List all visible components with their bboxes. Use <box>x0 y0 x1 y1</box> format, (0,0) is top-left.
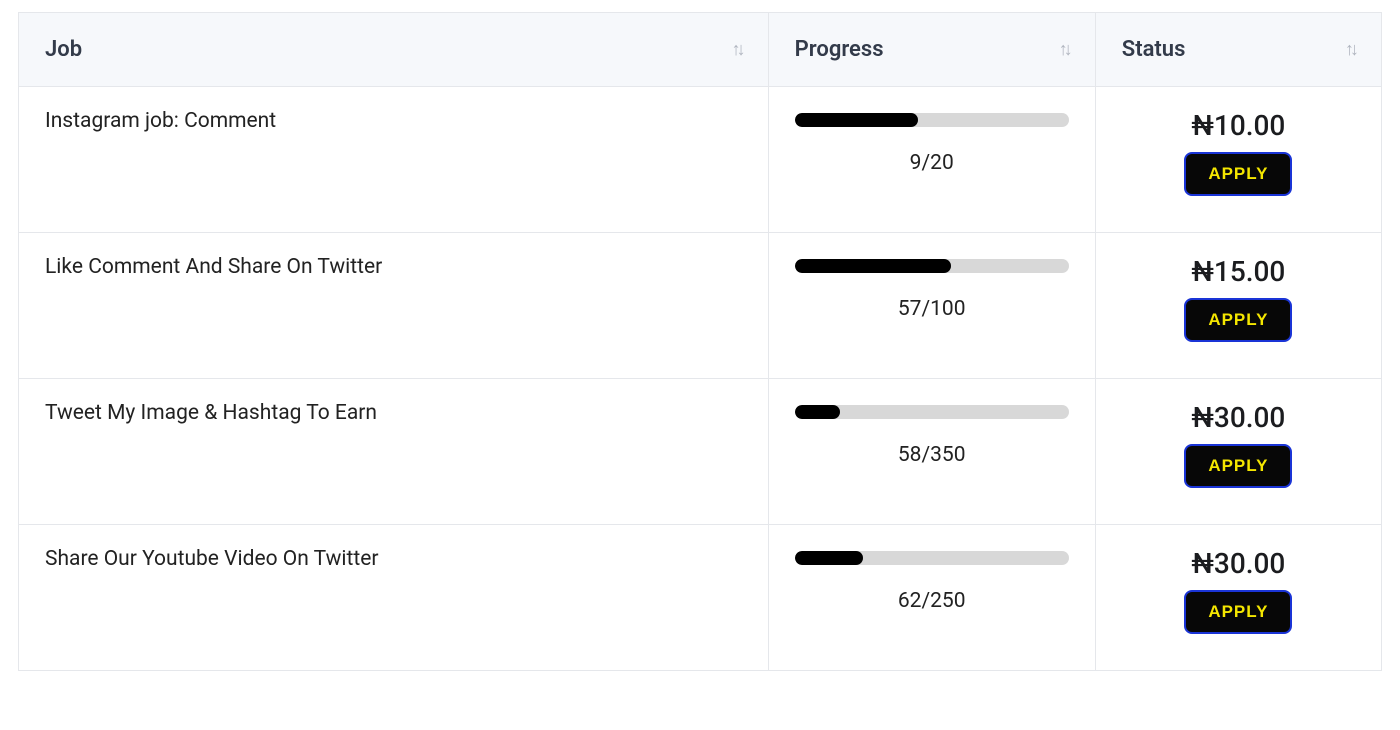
column-header-job-label: Job <box>45 37 82 62</box>
progress-cell: 62/250 <box>768 525 1095 671</box>
column-header-status-label: Status <box>1122 37 1186 62</box>
progress-fill <box>795 405 840 419</box>
jobs-table: Job ↑↓ Progress ↑↓ Status ↑↓ Instagram <box>18 12 1382 671</box>
table-row: Share Our Youtube Video On Twitter 62/25… <box>19 525 1382 671</box>
progress-bar <box>795 405 1069 419</box>
progress-fill <box>795 259 951 273</box>
price-label: ₦30.00 <box>1191 401 1285 434</box>
apply-button[interactable]: APPLY <box>1184 298 1292 342</box>
column-header-progress[interactable]: Progress ↑↓ <box>768 13 1095 87</box>
job-cell: Tweet My Image & Hashtag To Earn <box>19 379 769 525</box>
progress-bar <box>795 113 1069 127</box>
job-cell: Like Comment And Share On Twitter <box>19 233 769 379</box>
status-cell: ₦30.00 APPLY <box>1095 525 1381 671</box>
sort-icon[interactable]: ↑↓ <box>1059 39 1069 60</box>
progress-cell: 9/20 <box>768 87 1095 233</box>
progress-bar <box>795 259 1069 273</box>
progress-bar <box>795 551 1069 565</box>
apply-button[interactable]: APPLY <box>1184 444 1292 488</box>
job-cell: Instagram job: Comment <box>19 87 769 233</box>
sort-icon[interactable]: ↑↓ <box>1345 39 1355 60</box>
progress-fill <box>795 113 918 127</box>
column-header-job[interactable]: Job ↑↓ <box>19 13 769 87</box>
table-row: Instagram job: Comment 9/20 ₦10.00 APPLY <box>19 87 1382 233</box>
progress-cell: 58/350 <box>768 379 1095 525</box>
job-title: Share Our Youtube Video On Twitter <box>45 547 378 571</box>
sort-icon[interactable]: ↑↓ <box>732 39 742 60</box>
status-cell: ₦15.00 APPLY <box>1095 233 1381 379</box>
progress-label: 9/20 <box>910 151 954 175</box>
table-row: Tweet My Image & Hashtag To Earn 58/350 … <box>19 379 1382 525</box>
column-header-status[interactable]: Status ↑↓ <box>1095 13 1381 87</box>
price-label: ₦30.00 <box>1191 547 1285 580</box>
status-cell: ₦10.00 APPLY <box>1095 87 1381 233</box>
progress-label: 58/350 <box>898 443 966 467</box>
job-title: Like Comment And Share On Twitter <box>45 255 382 279</box>
table-body: Instagram job: Comment 9/20 ₦10.00 APPLY <box>19 87 1382 671</box>
progress-label: 62/250 <box>898 589 966 613</box>
table-header-row: Job ↑↓ Progress ↑↓ Status ↑↓ <box>19 13 1382 87</box>
apply-button[interactable]: APPLY <box>1184 590 1292 634</box>
progress-cell: 57/100 <box>768 233 1095 379</box>
progress-label: 57/100 <box>898 297 966 321</box>
table-row: Like Comment And Share On Twitter 57/100… <box>19 233 1382 379</box>
column-header-progress-label: Progress <box>795 37 884 62</box>
apply-button[interactable]: APPLY <box>1184 152 1292 196</box>
job-title: Instagram job: Comment <box>45 109 276 133</box>
status-cell: ₦30.00 APPLY <box>1095 379 1381 525</box>
price-label: ₦10.00 <box>1191 109 1285 142</box>
progress-fill <box>795 551 863 565</box>
job-title: Tweet My Image & Hashtag To Earn <box>45 401 377 425</box>
job-cell: Share Our Youtube Video On Twitter <box>19 525 769 671</box>
price-label: ₦15.00 <box>1191 255 1285 288</box>
